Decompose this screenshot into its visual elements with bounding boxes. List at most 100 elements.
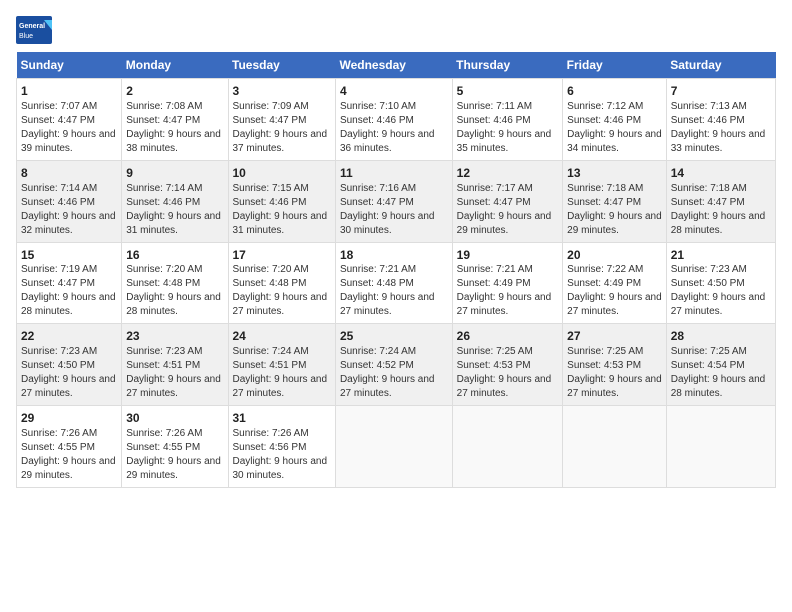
sunset: Sunset: 4:48 PM bbox=[126, 277, 223, 291]
sunrise: Sunrise: 7:14 AM bbox=[21, 182, 117, 196]
daylight: Daylight: 9 hours and 36 minutes. bbox=[340, 128, 448, 156]
sunrise: Sunrise: 7:23 AM bbox=[21, 345, 117, 359]
day-cell: 16Sunrise: 7:20 AMSunset: 4:48 PMDayligh… bbox=[122, 242, 228, 324]
day-cell: 15Sunrise: 7:19 AMSunset: 4:47 PMDayligh… bbox=[17, 242, 122, 324]
sunrise: Sunrise: 7:20 AM bbox=[126, 263, 223, 277]
sunrise: Sunrise: 7:15 AM bbox=[233, 182, 331, 196]
sunset: Sunset: 4:47 PM bbox=[21, 277, 117, 291]
sunset: Sunset: 4:52 PM bbox=[340, 359, 448, 373]
daylight: Daylight: 9 hours and 29 minutes. bbox=[457, 210, 559, 238]
day-cell: 13Sunrise: 7:18 AMSunset: 4:47 PMDayligh… bbox=[563, 160, 667, 242]
daylight: Daylight: 9 hours and 27 minutes. bbox=[671, 291, 771, 319]
sunrise: Sunrise: 7:07 AM bbox=[21, 100, 117, 114]
sunrise: Sunrise: 7:13 AM bbox=[671, 100, 771, 114]
day-number: 7 bbox=[671, 83, 771, 100]
sunset: Sunset: 4:47 PM bbox=[671, 196, 771, 210]
sunset: Sunset: 4:55 PM bbox=[21, 441, 117, 455]
day-number: 26 bbox=[457, 328, 559, 345]
sunset: Sunset: 4:51 PM bbox=[233, 359, 331, 373]
sunrise: Sunrise: 7:10 AM bbox=[340, 100, 448, 114]
sunset: Sunset: 4:47 PM bbox=[21, 114, 117, 128]
sunset: Sunset: 4:47 PM bbox=[126, 114, 223, 128]
sunset: Sunset: 4:49 PM bbox=[457, 277, 559, 291]
day-number: 2 bbox=[126, 83, 223, 100]
day-number: 27 bbox=[567, 328, 662, 345]
day-number: 11 bbox=[340, 165, 448, 182]
day-number: 24 bbox=[233, 328, 331, 345]
column-header-thursday: Thursday bbox=[452, 52, 563, 79]
day-cell: 1Sunrise: 7:07 AMSunset: 4:47 PMDaylight… bbox=[17, 79, 122, 161]
sunrise: Sunrise: 7:11 AM bbox=[457, 100, 559, 114]
sunrise: Sunrise: 7:08 AM bbox=[126, 100, 223, 114]
day-number: 9 bbox=[126, 165, 223, 182]
sunrise: Sunrise: 7:09 AM bbox=[233, 100, 331, 114]
day-number: 12 bbox=[457, 165, 559, 182]
sunrise: Sunrise: 7:26 AM bbox=[126, 427, 223, 441]
week-row-4: 22Sunrise: 7:23 AMSunset: 4:50 PMDayligh… bbox=[17, 324, 776, 406]
day-number: 13 bbox=[567, 165, 662, 182]
sunrise: Sunrise: 7:22 AM bbox=[567, 263, 662, 277]
day-number: 20 bbox=[567, 247, 662, 264]
sunset: Sunset: 4:46 PM bbox=[671, 114, 771, 128]
day-cell: 19Sunrise: 7:21 AMSunset: 4:49 PMDayligh… bbox=[452, 242, 563, 324]
sunset: Sunset: 4:47 PM bbox=[340, 196, 448, 210]
svg-text:Blue: Blue bbox=[19, 33, 33, 40]
sunrise: Sunrise: 7:14 AM bbox=[126, 182, 223, 196]
day-cell: 25Sunrise: 7:24 AMSunset: 4:52 PMDayligh… bbox=[335, 324, 452, 406]
week-row-2: 8Sunrise: 7:14 AMSunset: 4:46 PMDaylight… bbox=[17, 160, 776, 242]
header-row: SundayMondayTuesdayWednesdayThursdayFrid… bbox=[17, 52, 776, 79]
sunset: Sunset: 4:53 PM bbox=[567, 359, 662, 373]
svg-text:General: General bbox=[19, 23, 45, 30]
sunrise: Sunrise: 7:19 AM bbox=[21, 263, 117, 277]
daylight: Daylight: 9 hours and 29 minutes. bbox=[126, 455, 223, 483]
sunrise: Sunrise: 7:25 AM bbox=[457, 345, 559, 359]
day-number: 10 bbox=[233, 165, 331, 182]
daylight: Daylight: 9 hours and 38 minutes. bbox=[126, 128, 223, 156]
sunset: Sunset: 4:46 PM bbox=[567, 114, 662, 128]
day-cell: 8Sunrise: 7:14 AMSunset: 4:46 PMDaylight… bbox=[17, 160, 122, 242]
day-number: 23 bbox=[126, 328, 223, 345]
daylight: Daylight: 9 hours and 28 minutes. bbox=[21, 291, 117, 319]
sunset: Sunset: 4:50 PM bbox=[671, 277, 771, 291]
daylight: Daylight: 9 hours and 27 minutes. bbox=[340, 291, 448, 319]
day-cell: 30Sunrise: 7:26 AMSunset: 4:55 PMDayligh… bbox=[122, 406, 228, 488]
logo-icon: General Blue bbox=[16, 16, 52, 44]
sunset: Sunset: 4:51 PM bbox=[126, 359, 223, 373]
day-cell: 28Sunrise: 7:25 AMSunset: 4:54 PMDayligh… bbox=[666, 324, 775, 406]
daylight: Daylight: 9 hours and 31 minutes. bbox=[126, 210, 223, 238]
day-cell: 26Sunrise: 7:25 AMSunset: 4:53 PMDayligh… bbox=[452, 324, 563, 406]
sunset: Sunset: 4:54 PM bbox=[671, 359, 771, 373]
day-cell: 7Sunrise: 7:13 AMSunset: 4:46 PMDaylight… bbox=[666, 79, 775, 161]
day-number: 6 bbox=[567, 83, 662, 100]
daylight: Daylight: 9 hours and 27 minutes. bbox=[567, 373, 662, 401]
daylight: Daylight: 9 hours and 34 minutes. bbox=[567, 128, 662, 156]
day-cell: 18Sunrise: 7:21 AMSunset: 4:48 PMDayligh… bbox=[335, 242, 452, 324]
day-cell bbox=[563, 406, 667, 488]
day-cell: 24Sunrise: 7:24 AMSunset: 4:51 PMDayligh… bbox=[228, 324, 335, 406]
daylight: Daylight: 9 hours and 35 minutes. bbox=[457, 128, 559, 156]
day-cell: 4Sunrise: 7:10 AMSunset: 4:46 PMDaylight… bbox=[335, 79, 452, 161]
sunset: Sunset: 4:48 PM bbox=[340, 277, 448, 291]
sunrise: Sunrise: 7:12 AM bbox=[567, 100, 662, 114]
daylight: Daylight: 9 hours and 30 minutes. bbox=[340, 210, 448, 238]
daylight: Daylight: 9 hours and 31 minutes. bbox=[233, 210, 331, 238]
day-number: 5 bbox=[457, 83, 559, 100]
week-row-5: 29Sunrise: 7:26 AMSunset: 4:55 PMDayligh… bbox=[17, 406, 776, 488]
sunrise: Sunrise: 7:23 AM bbox=[671, 263, 771, 277]
day-number: 29 bbox=[21, 410, 117, 427]
daylight: Daylight: 9 hours and 27 minutes. bbox=[340, 373, 448, 401]
daylight: Daylight: 9 hours and 37 minutes. bbox=[233, 128, 331, 156]
sunrise: Sunrise: 7:26 AM bbox=[233, 427, 331, 441]
day-number: 15 bbox=[21, 247, 117, 264]
sunrise: Sunrise: 7:20 AM bbox=[233, 263, 331, 277]
week-row-1: 1Sunrise: 7:07 AMSunset: 4:47 PMDaylight… bbox=[17, 79, 776, 161]
sunrise: Sunrise: 7:18 AM bbox=[671, 182, 771, 196]
sunset: Sunset: 4:47 PM bbox=[233, 114, 331, 128]
day-cell: 11Sunrise: 7:16 AMSunset: 4:47 PMDayligh… bbox=[335, 160, 452, 242]
day-cell: 21Sunrise: 7:23 AMSunset: 4:50 PMDayligh… bbox=[666, 242, 775, 324]
day-number: 16 bbox=[126, 247, 223, 264]
sunset: Sunset: 4:55 PM bbox=[126, 441, 223, 455]
sunrise: Sunrise: 7:17 AM bbox=[457, 182, 559, 196]
column-header-friday: Friday bbox=[563, 52, 667, 79]
sunrise: Sunrise: 7:16 AM bbox=[340, 182, 448, 196]
